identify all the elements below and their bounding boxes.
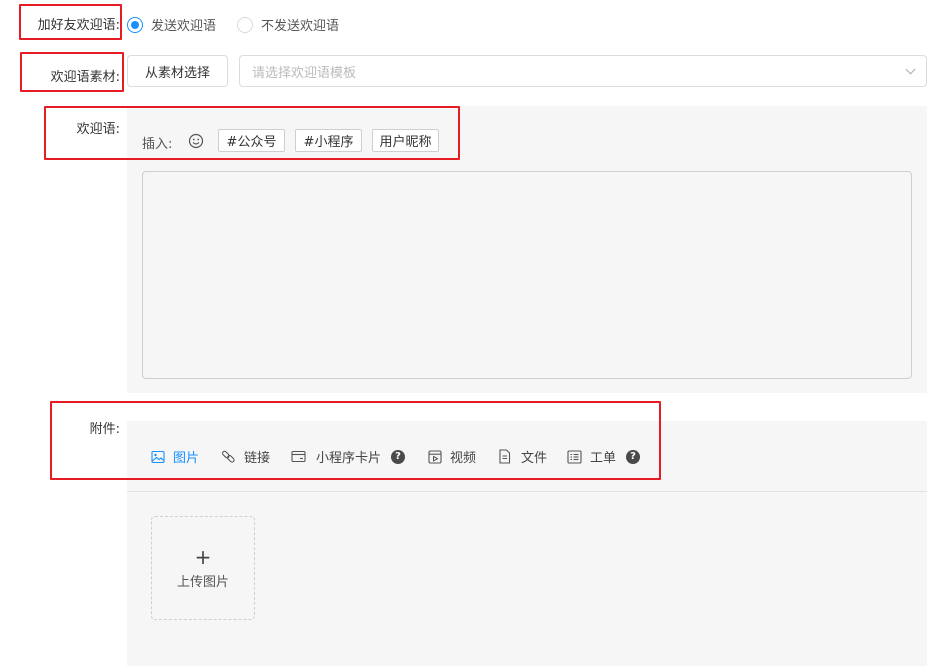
pick-from-material-button[interactable]: 从素材选择 xyxy=(127,55,228,87)
upload-image-button[interactable]: + 上传图片 xyxy=(151,516,255,620)
chevron-down-icon xyxy=(905,64,916,75)
highlight-box xyxy=(50,401,661,480)
attachments-divider xyxy=(127,491,927,492)
welcome-template-select[interactable]: 请选择欢迎语模板 xyxy=(239,55,927,87)
radio-send-welcome[interactable]: 发送欢迎语 xyxy=(127,15,216,34)
welcome-template-placeholder: 请选择欢迎语模板 xyxy=(252,65,357,81)
radio-no-welcome-indicator[interactable] xyxy=(237,16,253,33)
highlight-box xyxy=(20,52,124,92)
radio-send-welcome-label: 发送欢迎语 xyxy=(151,19,217,34)
highlight-box xyxy=(19,4,122,40)
radio-send-welcome-indicator[interactable] xyxy=(127,16,143,33)
radio-no-welcome-label: 不发送欢迎语 xyxy=(261,19,340,34)
welcome-text-input[interactable] xyxy=(142,171,912,379)
radio-no-welcome[interactable]: 不发送欢迎语 xyxy=(237,15,339,34)
upload-image-label: 上传图片 xyxy=(176,574,229,590)
plus-icon: + xyxy=(194,544,212,569)
highlight-box xyxy=(44,106,460,160)
